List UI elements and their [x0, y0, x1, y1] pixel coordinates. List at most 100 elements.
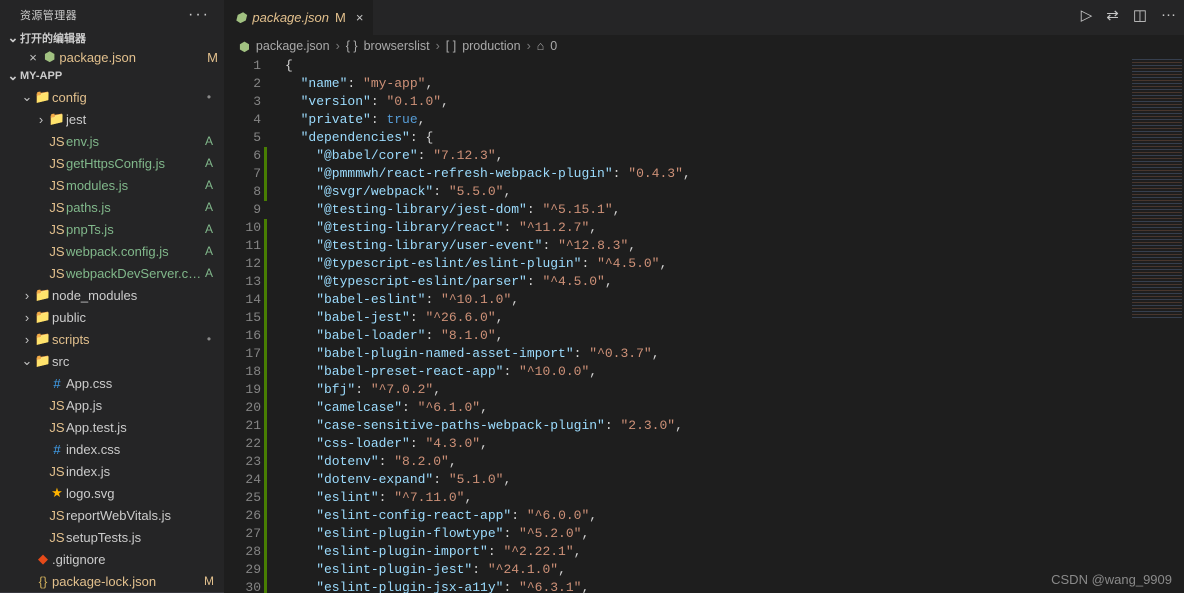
- file-row[interactable]: JSindex.js: [0, 460, 224, 482]
- run-icon[interactable]: ▷: [1081, 6, 1093, 24]
- git-status: M: [202, 574, 216, 588]
- git-status: A: [202, 178, 216, 192]
- line-number: 16: [225, 327, 261, 345]
- tree-item-label: node_modules: [52, 288, 202, 303]
- line-number: 15: [225, 309, 261, 327]
- explorer-sidebar: 资源管理器 ··· ⌄ 打开的编辑器 ×⬢package.jsonM ⌄ MY-…: [0, 0, 225, 593]
- code-line: "@pmmmwh/react-refresh-webpack-plugin": …: [285, 165, 1126, 183]
- chevron-down-icon: ⌄: [20, 89, 34, 105]
- code-editor[interactable]: 1234567891011121314151617181920212223242…: [225, 57, 1184, 593]
- array-icon: [ ]: [446, 39, 456, 53]
- line-number: 14: [225, 291, 261, 309]
- tree-item-label: index.css: [66, 442, 202, 457]
- js-icon: JS: [48, 266, 66, 281]
- chevron-down-icon: ⌄: [20, 353, 34, 369]
- breadcrumb[interactable]: ⬢ package.json › { } browserslist › [ ] …: [225, 35, 1184, 57]
- file-row[interactable]: {}package-lock.jsonM: [0, 570, 224, 592]
- css-icon: #: [48, 442, 66, 457]
- file-row[interactable]: JSwebpackDevServer.config.jsA: [0, 262, 224, 284]
- editor-tabs: ⬢ package.json M × ▷ ⇄ ◫ ···: [225, 0, 1184, 35]
- project-section[interactable]: ⌄ MY-APP: [0, 66, 224, 86]
- folder-green-icon: 📁: [34, 353, 52, 369]
- file-row[interactable]: JSApp.test.js: [0, 416, 224, 438]
- code-line: "@testing-library/user-event": "^12.8.3"…: [285, 237, 1126, 255]
- js-icon: JS: [48, 398, 66, 413]
- css-icon: #: [48, 376, 66, 391]
- code-line: "private": true,: [285, 111, 1126, 129]
- file-row[interactable]: JSApp.js: [0, 394, 224, 416]
- line-number: 29: [225, 561, 261, 579]
- tab-package-json[interactable]: ⬢ package.json M ×: [225, 0, 374, 35]
- editor-actions: ▷ ⇄ ◫ ···: [1081, 6, 1176, 24]
- chevron-right-icon: ›: [436, 39, 440, 53]
- code-line: "css-loader": "4.3.0",: [285, 435, 1126, 453]
- git-status: M: [207, 50, 218, 65]
- git-status: A: [202, 266, 216, 280]
- editor-area: ⬢ package.json M × ▷ ⇄ ◫ ··· ⬢ package.j…: [225, 0, 1184, 593]
- file-row[interactable]: JSenv.jsA: [0, 130, 224, 152]
- folder-row[interactable]: ›📁public: [0, 306, 224, 328]
- js-icon: JS: [48, 178, 66, 193]
- code-line: "dotenv-expand": "5.1.0",: [285, 471, 1126, 489]
- tree-item-label: scripts: [52, 332, 202, 347]
- tree-item-label: env.js: [66, 134, 202, 149]
- file-row[interactable]: ◆.gitignore: [0, 548, 224, 570]
- open-editor-item[interactable]: ×⬢package.jsonM: [0, 48, 224, 66]
- file-row[interactable]: #index.css: [0, 438, 224, 460]
- js-icon: JS: [48, 530, 66, 545]
- file-row[interactable]: JSsetupTests.js: [0, 526, 224, 548]
- code-line: "@typescript-eslint/parser": "^4.5.0",: [285, 273, 1126, 291]
- tree-item-label: package-lock.json: [52, 574, 202, 589]
- file-row[interactable]: JSreportWebVitals.js: [0, 504, 224, 526]
- file-row[interactable]: JSwebpack.config.jsA: [0, 240, 224, 262]
- tree-item-label: setupTests.js: [66, 530, 202, 545]
- file-label: package.json: [59, 50, 136, 65]
- line-number: 25: [225, 489, 261, 507]
- folder-row[interactable]: ›📁scripts•: [0, 328, 224, 350]
- file-row[interactable]: #App.css: [0, 372, 224, 394]
- line-number: 20: [225, 399, 261, 417]
- more-actions-icon[interactable]: ···: [188, 6, 216, 24]
- compare-icon[interactable]: ⇄: [1106, 6, 1119, 24]
- tree-item-label: paths.js: [66, 200, 202, 215]
- split-editor-icon[interactable]: ◫: [1133, 6, 1147, 24]
- code-line: "@testing-library/react": "^11.2.7",: [285, 219, 1126, 237]
- js-icon: JS: [48, 134, 66, 149]
- open-editors-label: 打开的编辑器: [20, 30, 86, 46]
- file-tree: ⌄📁config•›📁jestJSenv.jsAJSgetHttpsConfig…: [0, 86, 224, 593]
- tree-item-label: webpackDevServer.config.js: [66, 266, 202, 281]
- json-icon: ⬢: [235, 10, 246, 26]
- line-number: 2: [225, 75, 261, 93]
- code-content[interactable]: { "name": "my-app", "version": "0.1.0", …: [271, 57, 1126, 593]
- minimap[interactable]: [1126, 57, 1184, 593]
- folder-row[interactable]: ⌄📁config•: [0, 86, 224, 108]
- file-row[interactable]: JSpaths.jsA: [0, 196, 224, 218]
- close-icon[interactable]: ×: [26, 50, 40, 65]
- git-status: A: [202, 156, 216, 170]
- svg-icon: ★: [48, 485, 66, 501]
- tree-item-label: App.css: [66, 376, 202, 391]
- file-row[interactable]: JSmodules.jsA: [0, 174, 224, 196]
- file-row[interactable]: JSpnpTs.jsA: [0, 218, 224, 240]
- chevron-down-icon: ⌄: [6, 30, 20, 46]
- line-number: 8: [225, 183, 261, 201]
- folder-row[interactable]: ›📁node_modules: [0, 284, 224, 306]
- line-number: 11: [225, 237, 261, 255]
- js-icon: JS: [48, 156, 66, 171]
- tree-item-label: jest: [66, 112, 202, 127]
- folder-row[interactable]: ⌄📁src: [0, 350, 224, 372]
- json-icon: ⬢: [239, 39, 250, 54]
- js-icon: JS: [48, 222, 66, 237]
- breadcrumb-seg4: 0: [550, 39, 557, 53]
- js-icon: JS: [48, 464, 66, 479]
- git-status: A: [202, 200, 216, 214]
- line-number: 3: [225, 93, 261, 111]
- more-icon[interactable]: ···: [1161, 6, 1176, 24]
- file-row[interactable]: ★logo.svg: [0, 482, 224, 504]
- code-line: "babel-plugin-named-asset-import": "^0.3…: [285, 345, 1126, 363]
- folder-row[interactable]: ›📁jest: [0, 108, 224, 130]
- close-icon[interactable]: ×: [352, 10, 364, 25]
- git-status: A: [202, 244, 216, 258]
- open-editors-section[interactable]: ⌄ 打开的编辑器: [0, 28, 224, 48]
- file-row[interactable]: JSgetHttpsConfig.jsA: [0, 152, 224, 174]
